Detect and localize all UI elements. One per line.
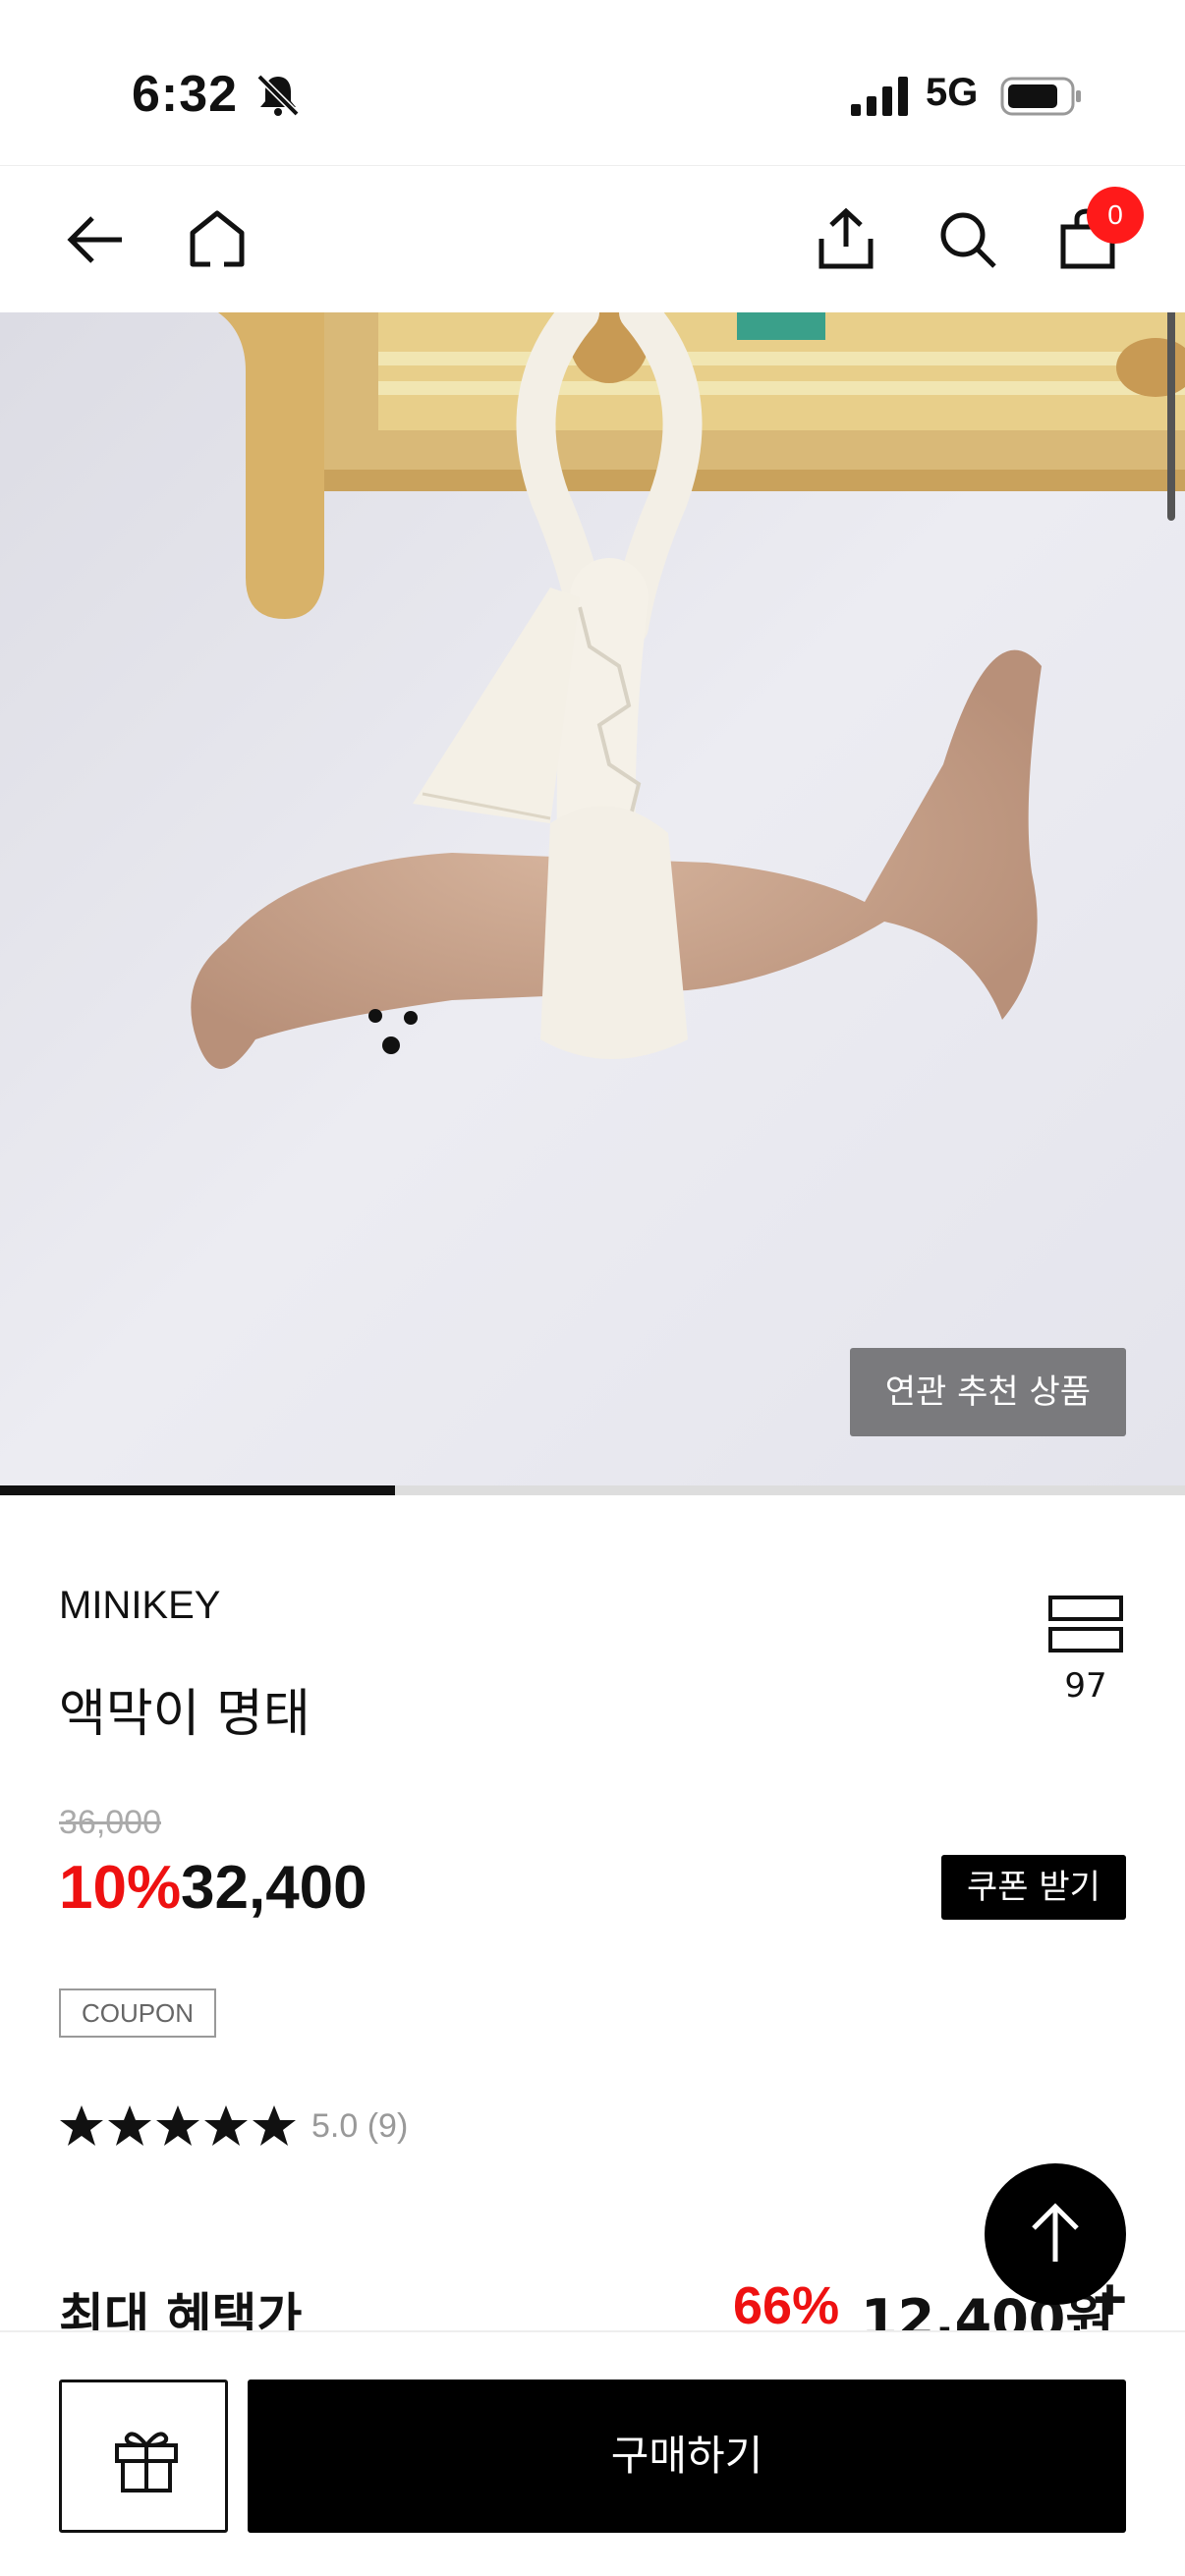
battery-icon — [1000, 77, 1081, 116]
product-image-carousel[interactable]: 연관 추천 상품 — [0, 312, 1185, 1495]
gift-button[interactable] — [59, 2380, 228, 2533]
buy-button[interactable]: 구매하기 — [248, 2380, 1126, 2533]
share-icon[interactable] — [812, 205, 880, 274]
page-scroll-indicator — [1167, 312, 1175, 521]
wishlist-count: 97 — [1064, 1666, 1107, 1706]
arrow-up-icon — [1032, 2203, 1079, 2262]
image-progress-fill — [0, 1485, 395, 1495]
sale-price: 32,400 — [181, 1854, 367, 1922]
network-label: 5G — [926, 71, 979, 114]
star-icon — [204, 2105, 248, 2146]
rating-text: 5.0 (9) — [311, 2106, 409, 2145]
bell-slash-icon — [256, 74, 300, 117]
original-price: 36,000 — [59, 1804, 161, 1841]
status-bar: 6:32 5G — [0, 0, 1185, 165]
image-progress-track — [0, 1485, 1185, 1495]
star-icon — [156, 2105, 199, 2146]
wishlist-icon — [1048, 1596, 1123, 1652]
star-icon — [108, 2105, 151, 2146]
brand-name[interactable]: MINIKEY — [59, 1584, 220, 1628]
product-photo — [0, 312, 1185, 1495]
product-name: 액막이 명태 — [59, 1685, 310, 1744]
back-arrow-icon[interactable] — [61, 205, 130, 274]
top-nav-bar — [0, 165, 1185, 312]
bottom-action-bar: 구매하기 — [0, 2330, 1185, 2576]
scroll-to-top-button[interactable] — [985, 2163, 1126, 2305]
wishlist-button[interactable]: 97 — [1042, 1594, 1130, 1706]
search-icon[interactable] — [933, 205, 1002, 274]
rating-stars[interactable]: 5.0 (9) — [59, 2100, 408, 2152]
related-products-button[interactable]: 연관 추천 상품 — [849, 1348, 1126, 1436]
get-coupon-button[interactable]: 쿠폰 받기 — [941, 1855, 1126, 1920]
max-benefit-discount: 66% — [733, 2276, 840, 2335]
home-icon[interactable] — [183, 205, 252, 274]
discount-rate: 10% — [59, 1854, 182, 1922]
gift-icon — [115, 2432, 178, 2492]
cart-count-badge: 0 — [1087, 187, 1144, 244]
star-icon — [253, 2105, 296, 2146]
star-icon — [60, 2105, 103, 2146]
coupon-tag: COUPON — [59, 1988, 216, 2038]
status-time: 6:32 — [132, 66, 239, 123]
signal-icon — [851, 77, 908, 116]
